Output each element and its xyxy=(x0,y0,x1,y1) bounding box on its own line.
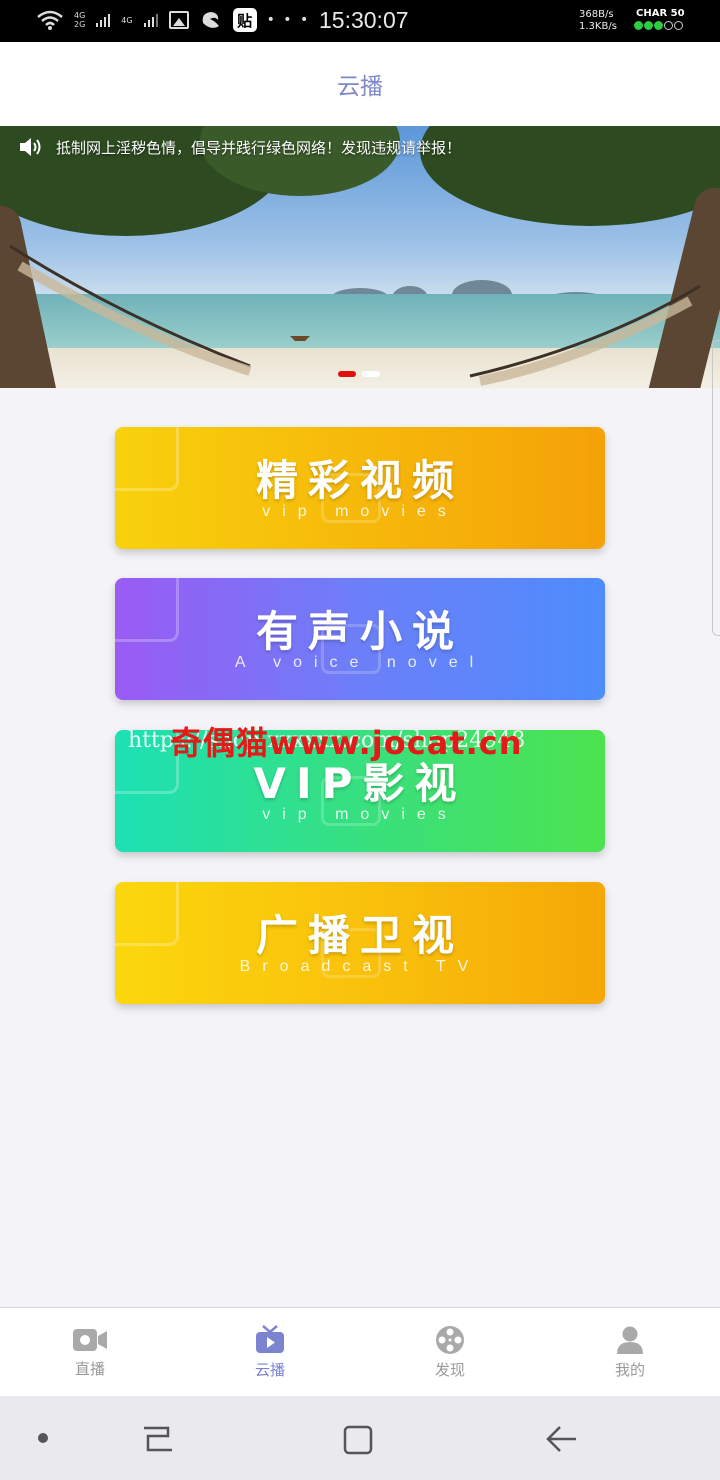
menu-card-audio-novels[interactable]: 有声小说 A voice novel xyxy=(115,578,605,700)
card-subtitle: Broadcast TV xyxy=(239,958,481,975)
battery-dot xyxy=(634,21,643,30)
bottom-tab-bar: 直播 云播 发现 我的 xyxy=(0,1307,720,1396)
signal-4g-2g: 4G 2G xyxy=(74,11,86,29)
app-header: 云播 xyxy=(0,42,720,126)
tv-play-icon xyxy=(256,1325,284,1353)
battery-dot xyxy=(654,21,663,30)
video-camera-icon xyxy=(73,1329,107,1351)
card-subtitle: vip movies xyxy=(262,503,458,520)
menu-card-vip-movies[interactable]: VIP影视 vip movies xyxy=(115,730,605,852)
clock: 15:30:07 xyxy=(319,7,409,33)
speaker-icon xyxy=(20,138,41,156)
more-notifications-icon: • • • xyxy=(266,12,311,28)
notice-bar: 抵制网上淫秽色情，倡导并践行绿色网络！发现违规请举报！ xyxy=(18,136,461,158)
home-icon[interactable] xyxy=(342,1424,374,1456)
back-icon[interactable] xyxy=(544,1424,578,1454)
tab-label: 云播 xyxy=(254,1361,285,1379)
carousel-dot-active[interactable] xyxy=(338,371,356,377)
charge-label: CHAR 50 xyxy=(636,8,685,19)
uc-browser-icon xyxy=(202,12,219,28)
status-bar: 4G 2G 4G 贴 • • • 15:30:07 368B/s 1.3KB/s… xyxy=(0,0,720,42)
banner-hammock xyxy=(9,244,701,386)
battery-indicator xyxy=(634,21,683,30)
image-notification-icon xyxy=(168,11,189,29)
tab-label: 直播 xyxy=(74,1360,105,1378)
network-speed: 368B/s 1.3KB/s xyxy=(579,9,617,32)
battery-dot xyxy=(644,21,653,30)
tieba-icon: 贴 xyxy=(232,8,257,32)
notice-text: 抵制网上淫秽色情，倡导并践行绿色网络！发现违规请举报！ xyxy=(56,138,462,157)
user-icon xyxy=(617,1326,643,1354)
battery-dot xyxy=(664,21,673,30)
card-title: 有声小说 xyxy=(255,607,464,656)
card-title: 精彩视频 xyxy=(255,456,464,505)
tab-label: 发现 xyxy=(434,1361,465,1379)
card-subtitle: A voice novel xyxy=(234,654,486,671)
scrollbar[interactable] xyxy=(712,340,720,636)
signal-bars-2-icon xyxy=(143,14,158,27)
signal-bars-icon xyxy=(96,14,111,27)
tab-mine[interactable]: 我的 xyxy=(540,1308,720,1397)
nav-dot-icon[interactable] xyxy=(36,1431,50,1445)
card-title: 广播卫视 xyxy=(255,911,464,960)
tab-discover[interactable]: 发现 xyxy=(360,1308,540,1397)
card-title: VIP影视 xyxy=(253,759,467,808)
status-icons: 4G 2G 4G 贴 • • • xyxy=(36,8,310,32)
menu-card-featured-videos[interactable]: 精彩视频 vip movies xyxy=(115,427,605,549)
card-subtitle: vip movies xyxy=(262,806,458,823)
tab-live[interactable]: 直播 xyxy=(0,1308,180,1397)
film-reel-icon xyxy=(436,1326,464,1354)
carousel-indicator xyxy=(338,371,380,377)
menu-card-broadcast-tv[interactable]: 广播卫视 Broadcast TV xyxy=(115,882,605,1004)
recent-apps-icon[interactable] xyxy=(140,1424,176,1454)
banner-carousel[interactable]: 抵制网上淫秽色情，倡导并践行绿色网络！发现违规请举报！ xyxy=(0,126,720,388)
page-title: 云播 xyxy=(337,74,383,100)
system-nav-bar xyxy=(0,1396,720,1480)
signal-4g: 4G xyxy=(121,15,133,25)
carousel-dot[interactable] xyxy=(362,371,380,377)
tab-label: 我的 xyxy=(614,1361,645,1379)
wifi-icon xyxy=(37,10,63,30)
battery-dot xyxy=(674,21,683,30)
tab-cloud-play[interactable]: 云播 xyxy=(180,1308,360,1397)
